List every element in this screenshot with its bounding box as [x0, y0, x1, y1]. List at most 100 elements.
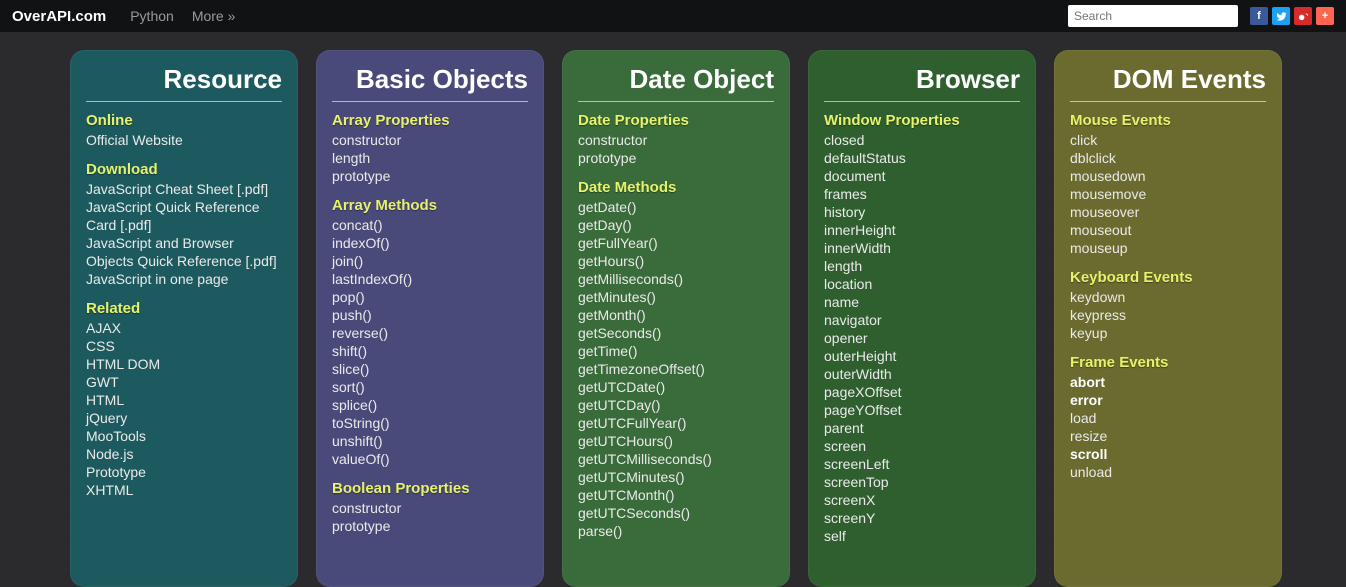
list-item[interactable]: frames	[824, 185, 1020, 203]
list-item[interactable]: length	[332, 149, 528, 167]
list-item[interactable]: parent	[824, 419, 1020, 437]
list-item[interactable]: prototype	[332, 167, 528, 185]
list-item[interactable]: document	[824, 167, 1020, 185]
list-item[interactable]: abort	[1070, 373, 1266, 391]
list-item[interactable]: toString()	[332, 414, 528, 432]
list-item[interactable]: AJAX	[86, 319, 282, 337]
list-item[interactable]: mouseup	[1070, 239, 1266, 257]
list-item[interactable]: reverse()	[332, 324, 528, 342]
list-item[interactable]: error	[1070, 391, 1266, 409]
list-item[interactable]: getUTCMinutes()	[578, 468, 774, 486]
list-item[interactable]: slice()	[332, 360, 528, 378]
nav-python[interactable]: Python	[130, 8, 174, 24]
list-item[interactable]: JavaScript and Browser Objects Quick Ref…	[86, 234, 282, 270]
list-item[interactable]: name	[824, 293, 1020, 311]
list-item[interactable]: push()	[332, 306, 528, 324]
weibo-icon[interactable]	[1294, 7, 1312, 25]
list-item[interactable]: XHTML	[86, 481, 282, 499]
list-item[interactable]: click	[1070, 131, 1266, 149]
list-item[interactable]: getTime()	[578, 342, 774, 360]
list-item[interactable]: lastIndexOf()	[332, 270, 528, 288]
list-item[interactable]: dblclick	[1070, 149, 1266, 167]
twitter-icon[interactable]	[1272, 7, 1290, 25]
list-item[interactable]: getDate()	[578, 198, 774, 216]
list-item[interactable]: outerHeight	[824, 347, 1020, 365]
list-item[interactable]: keydown	[1070, 288, 1266, 306]
list-item[interactable]: getMinutes()	[578, 288, 774, 306]
list-item[interactable]: getMonth()	[578, 306, 774, 324]
brand[interactable]: OverAPI.com	[12, 8, 106, 25]
list-item[interactable]: innerWidth	[824, 239, 1020, 257]
list-item[interactable]: screen	[824, 437, 1020, 455]
list-item[interactable]: getTimezoneOffset()	[578, 360, 774, 378]
list-item[interactable]: getDay()	[578, 216, 774, 234]
list-item[interactable]: self	[824, 527, 1020, 545]
list-item[interactable]: navigator	[824, 311, 1020, 329]
list-item[interactable]: GWT	[86, 373, 282, 391]
list-item[interactable]: mousemove	[1070, 185, 1266, 203]
list-item[interactable]: resize	[1070, 427, 1266, 445]
list-item[interactable]: getUTCFullYear()	[578, 414, 774, 432]
list-item[interactable]: scroll	[1070, 445, 1266, 463]
list-item[interactable]: concat()	[332, 216, 528, 234]
list-item[interactable]: load	[1070, 409, 1266, 427]
list-item[interactable]: jQuery	[86, 409, 282, 427]
list-item[interactable]: getUTCMilliseconds()	[578, 450, 774, 468]
list-item[interactable]: JavaScript Cheat Sheet [.pdf]	[86, 180, 282, 198]
list-item[interactable]: valueOf()	[332, 450, 528, 468]
list-item[interactable]: pageXOffset	[824, 383, 1020, 401]
list-item[interactable]: outerWidth	[824, 365, 1020, 383]
list-item[interactable]: getUTCMonth()	[578, 486, 774, 504]
list-item[interactable]: Node.js	[86, 445, 282, 463]
list-item[interactable]: pageYOffset	[824, 401, 1020, 419]
list-item[interactable]: closed	[824, 131, 1020, 149]
nav-more[interactable]: More »	[192, 8, 236, 24]
list-item[interactable]: getUTCDate()	[578, 378, 774, 396]
list-item[interactable]: HTML	[86, 391, 282, 409]
list-item[interactable]: screenLeft	[824, 455, 1020, 473]
addthis-icon[interactable]: +	[1316, 7, 1334, 25]
list-item[interactable]: defaultStatus	[824, 149, 1020, 167]
list-item[interactable]: getUTCHours()	[578, 432, 774, 450]
list-item[interactable]: CSS	[86, 337, 282, 355]
list-item[interactable]: indexOf()	[332, 234, 528, 252]
list-item[interactable]: sort()	[332, 378, 528, 396]
list-item[interactable]: mousedown	[1070, 167, 1266, 185]
list-item[interactable]: unload	[1070, 463, 1266, 481]
list-item[interactable]: prototype	[578, 149, 774, 167]
list-item[interactable]: constructor	[332, 499, 528, 517]
list-item[interactable]: location	[824, 275, 1020, 293]
list-item[interactable]: getSeconds()	[578, 324, 774, 342]
list-item[interactable]: getUTCDay()	[578, 396, 774, 414]
list-item[interactable]: HTML DOM	[86, 355, 282, 373]
list-item[interactable]: Official Website	[86, 131, 282, 149]
list-item[interactable]: MooTools	[86, 427, 282, 445]
list-item[interactable]: prototype	[332, 517, 528, 535]
list-item[interactable]: pop()	[332, 288, 528, 306]
list-item[interactable]: history	[824, 203, 1020, 221]
list-item[interactable]: unshift()	[332, 432, 528, 450]
list-item[interactable]: screenX	[824, 491, 1020, 509]
list-item[interactable]: innerHeight	[824, 221, 1020, 239]
list-item[interactable]: mouseover	[1070, 203, 1266, 221]
list-item[interactable]: keypress	[1070, 306, 1266, 324]
list-item[interactable]: parse()	[578, 522, 774, 540]
list-item[interactable]: screenY	[824, 509, 1020, 527]
list-item[interactable]: shift()	[332, 342, 528, 360]
list-item[interactable]: length	[824, 257, 1020, 275]
list-item[interactable]: join()	[332, 252, 528, 270]
list-item[interactable]: keyup	[1070, 324, 1266, 342]
list-item[interactable]: JavaScript Quick Reference Card [.pdf]	[86, 198, 282, 234]
list-item[interactable]: constructor	[332, 131, 528, 149]
list-item[interactable]: getMilliseconds()	[578, 270, 774, 288]
list-item[interactable]: constructor	[578, 131, 774, 149]
facebook-icon[interactable]: f	[1250, 7, 1268, 25]
list-item[interactable]: mouseout	[1070, 221, 1266, 239]
list-item[interactable]: Prototype	[86, 463, 282, 481]
list-item[interactable]: getHours()	[578, 252, 774, 270]
list-item[interactable]: splice()	[332, 396, 528, 414]
list-item[interactable]: JavaScript in one page	[86, 270, 282, 288]
list-item[interactable]: screenTop	[824, 473, 1020, 491]
list-item[interactable]: opener	[824, 329, 1020, 347]
list-item[interactable]: getFullYear()	[578, 234, 774, 252]
